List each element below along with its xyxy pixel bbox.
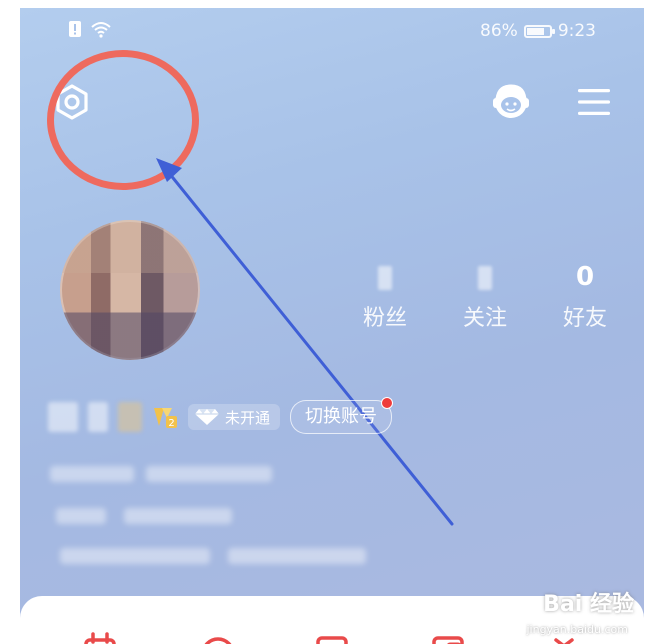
blurred-username bbox=[48, 402, 78, 432]
avatar[interactable] bbox=[60, 220, 200, 360]
name-row: 2 未开通 切换账号 bbox=[48, 397, 394, 434]
customer-service-icon[interactable] bbox=[488, 80, 534, 126]
watermark-logo: Bai 经验 bbox=[543, 592, 634, 617]
battery-percent: 86% bbox=[480, 21, 518, 41]
switch-account-button[interactable]: 切换账号 bbox=[290, 397, 394, 434]
blurred-username bbox=[88, 402, 108, 432]
profile-screen: 86% 9:23 粉丝 关注 0 好友 2 未开通 切换账号 Bai 经验 ji… bbox=[20, 8, 644, 644]
stat-following-label: 关注 bbox=[462, 306, 507, 331]
watermark-url: jingyan.baidu.com bbox=[526, 623, 628, 636]
stat-fans[interactable]: 粉丝 bbox=[350, 260, 420, 332]
alert-icon bbox=[69, 21, 81, 37]
notification-dot bbox=[381, 397, 394, 409]
blurred-info bbox=[56, 508, 106, 524]
stat-following-value bbox=[450, 260, 520, 294]
wallet-icon[interactable] bbox=[430, 632, 466, 644]
membership-badge[interactable]: 未开通 bbox=[188, 404, 281, 430]
calendar-icon[interactable] bbox=[82, 632, 118, 644]
blurred-info bbox=[60, 548, 210, 564]
blurred-info bbox=[146, 466, 272, 482]
blurred-info bbox=[50, 466, 134, 482]
blurred-info bbox=[228, 548, 366, 564]
vip-level-number: 2 bbox=[168, 418, 174, 429]
stat-following[interactable]: 关注 bbox=[450, 260, 520, 332]
music-disc-icon[interactable] bbox=[200, 632, 236, 644]
status-left bbox=[68, 20, 112, 38]
switch-account-label: 切换账号 bbox=[305, 406, 378, 427]
vip-level-icon[interactable]: 2 bbox=[152, 404, 178, 430]
wifi-icon bbox=[91, 22, 111, 38]
blurred-info bbox=[124, 508, 232, 524]
blurred-value bbox=[378, 265, 392, 290]
battery-icon bbox=[523, 24, 555, 38]
highlight-circle-annotation bbox=[47, 50, 199, 190]
battery-fill bbox=[526, 27, 544, 35]
stat-friends[interactable]: 0 好友 bbox=[550, 260, 620, 332]
status-right: 86% 9:23 bbox=[480, 21, 596, 41]
stat-fans-value bbox=[350, 260, 420, 294]
menu-icon[interactable] bbox=[576, 84, 612, 120]
status-bar: 86% 9:23 bbox=[20, 8, 644, 54]
stat-friends-label: 好友 bbox=[562, 306, 607, 331]
blurred-value bbox=[478, 265, 492, 290]
blurred-badge bbox=[118, 402, 142, 432]
stat-friends-value: 0 bbox=[575, 262, 595, 292]
message-icon[interactable] bbox=[314, 632, 350, 644]
clock: 9:23 bbox=[557, 21, 596, 41]
stat-fans-label: 粉丝 bbox=[362, 306, 407, 331]
membership-status: 未开通 bbox=[225, 408, 271, 427]
diamond-icon bbox=[195, 409, 219, 425]
profile-stats: 粉丝 关注 0 好友 bbox=[350, 260, 620, 340]
